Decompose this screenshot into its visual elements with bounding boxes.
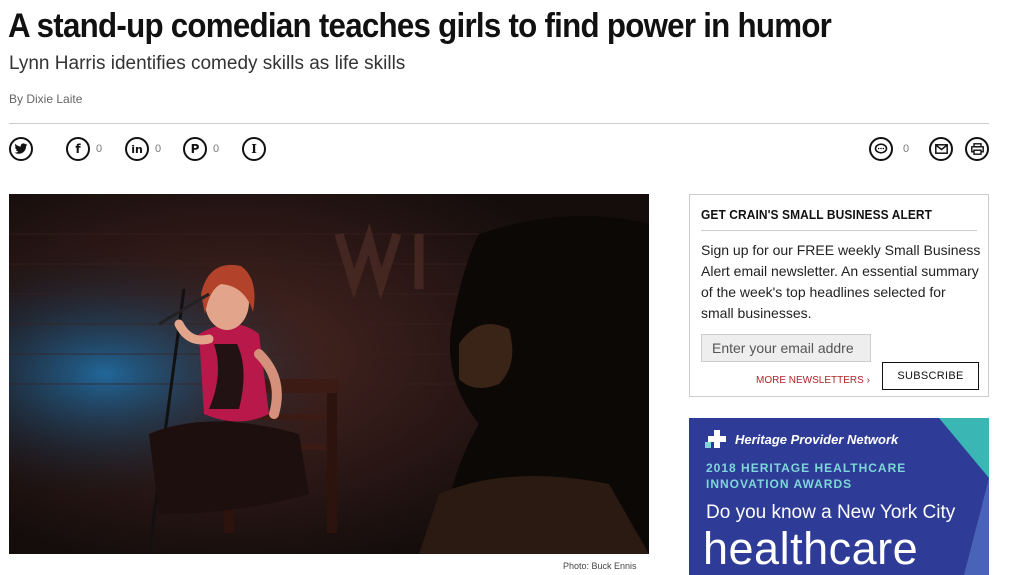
article-subhead: Lynn Harris identifies comedy skills as … xyxy=(9,53,406,74)
ad-award-title: 2018 HERITAGE HEALTHCARE INNOVATION AWAR… xyxy=(706,461,907,491)
ad-brand-name: Heritage Provider Network xyxy=(735,431,899,447)
more-newsletters-link[interactable]: MORE NEWSLETTERS › xyxy=(756,375,870,386)
email-input[interactable] xyxy=(701,334,871,362)
heritage-advertisement[interactable]: Heritage Provider Network 2018 HERITAGE … xyxy=(689,418,989,575)
share-toolbar: f 0 in 0 P 0 I 0 xyxy=(9,137,989,163)
comedian-on-stage-image xyxy=(9,194,649,554)
ad-decorative-stripe xyxy=(939,418,989,575)
newsletter-description: Sign up for our FREE weekly Small Busine… xyxy=(701,242,981,321)
instapaper-icon: I xyxy=(242,137,266,161)
linkedin-share-button[interactable]: in 0 xyxy=(125,137,161,161)
print-button[interactable] xyxy=(965,137,989,161)
comments-button[interactable]: 0 xyxy=(869,137,909,161)
twitter-icon xyxy=(9,137,33,161)
printer-icon xyxy=(965,137,989,161)
newsletter-title: GET CRAIN'S SMALL BUSINESS ALERT xyxy=(701,207,933,222)
photo-credit: Photo: Buck Ennis xyxy=(563,561,637,571)
ad-question-text: Do you know a New York City xyxy=(706,502,956,523)
newsletter-signup-box: GET CRAIN'S SMALL BUSINESS ALERT Sign up… xyxy=(689,194,989,397)
pinterest-share-button[interactable]: P 0 xyxy=(183,137,219,161)
ad-logo: Heritage Provider Network xyxy=(705,430,898,448)
instapaper-share-button[interactable]: I xyxy=(242,137,266,161)
article-byline[interactable]: By Dixie Laite xyxy=(9,92,82,106)
linkedin-share-count: 0 xyxy=(155,143,162,155)
envelope-icon xyxy=(929,137,953,161)
pinterest-icon: P xyxy=(183,137,207,161)
heritage-logo-icon xyxy=(705,430,726,448)
subscribe-button[interactable]: SUBSCRIBE xyxy=(882,362,979,390)
article-hero-photo xyxy=(9,194,649,554)
pinterest-share-count: 0 xyxy=(213,143,220,155)
facebook-icon: f xyxy=(66,137,90,161)
article-headline: A stand-up comedian teaches girls to fin… xyxy=(8,7,832,45)
twitter-share-button[interactable] xyxy=(9,137,33,161)
linkedin-icon: in xyxy=(125,137,149,161)
comments-count: 0 xyxy=(903,143,910,155)
newsletter-divider xyxy=(701,230,977,231)
ad-big-word: healthcare xyxy=(703,523,919,574)
email-share-button[interactable] xyxy=(929,137,953,161)
facebook-share-count: 0 xyxy=(96,143,103,155)
header-divider xyxy=(9,123,989,124)
facebook-share-button[interactable]: f 0 xyxy=(66,137,102,161)
comment-icon xyxy=(869,137,893,161)
